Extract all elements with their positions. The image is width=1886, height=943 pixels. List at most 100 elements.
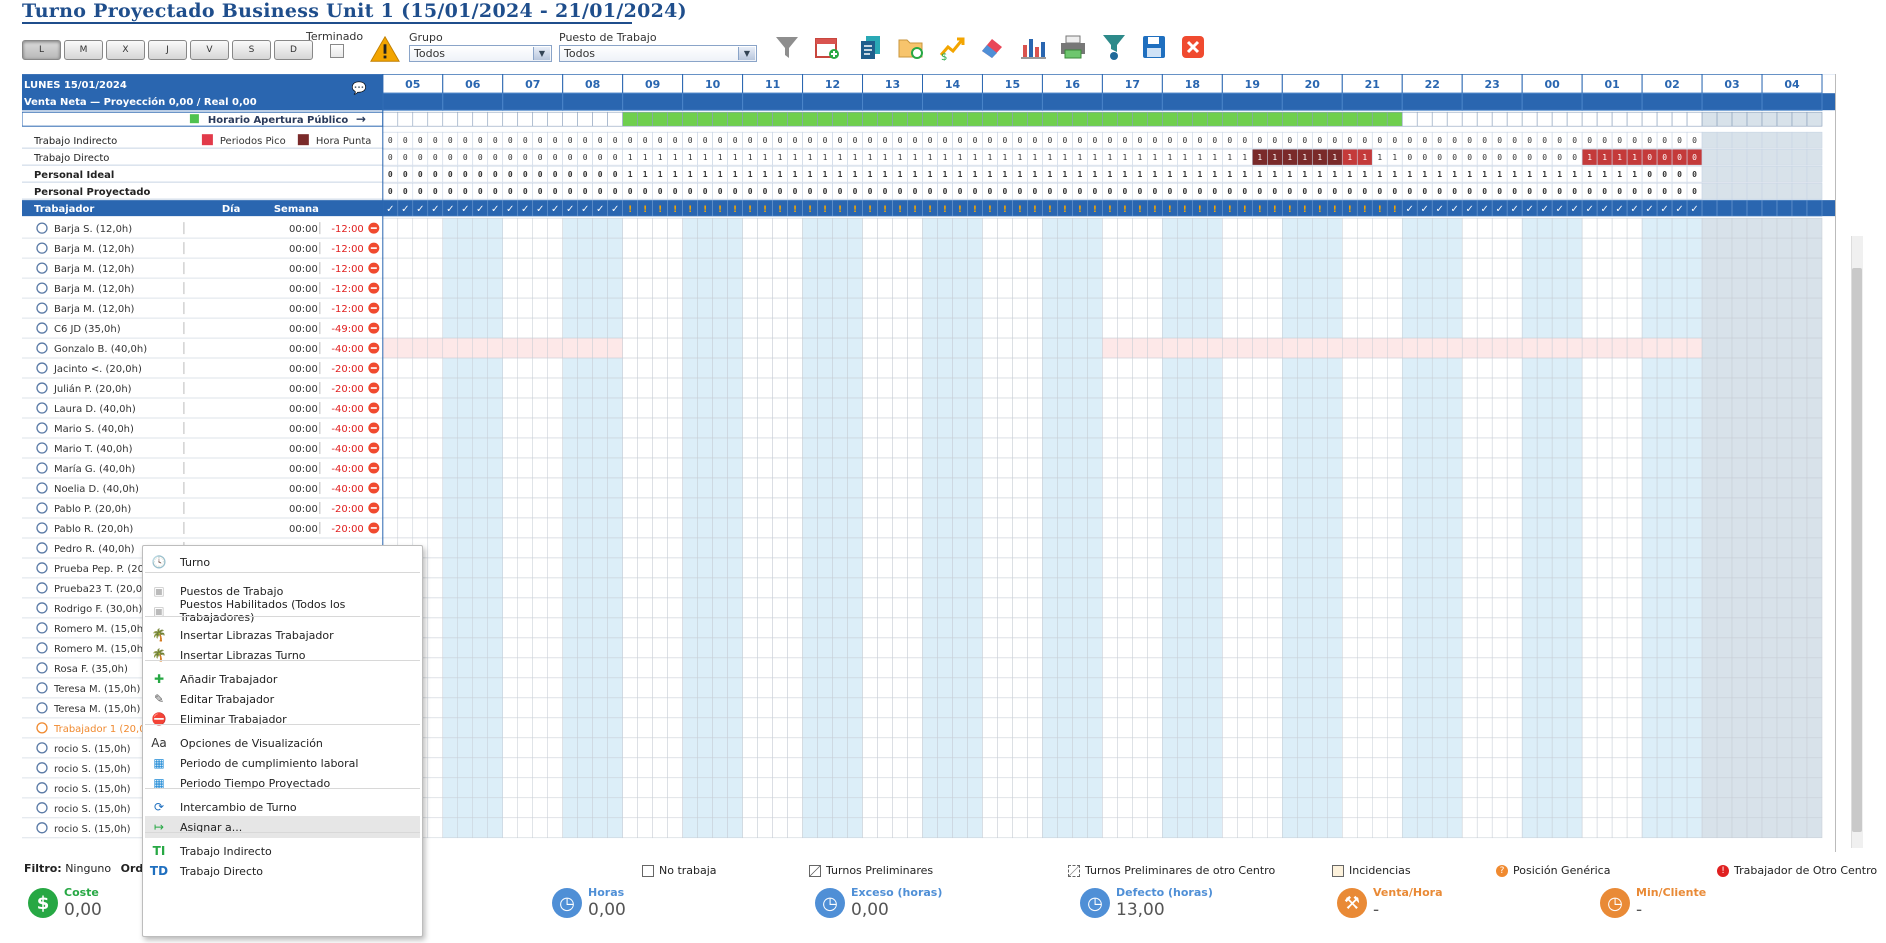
shift-cell[interactable] [1611, 397, 1628, 419]
shift-cell[interactable] [907, 597, 923, 619]
shift-cell[interactable] [772, 517, 788, 539]
shift-cell[interactable] [1566, 337, 1583, 359]
shift-cell[interactable] [847, 817, 863, 839]
shift-cell[interactable] [1401, 217, 1418, 239]
shift-cell[interactable] [1207, 217, 1223, 239]
shift-cell[interactable] [787, 557, 803, 579]
shift-cell[interactable] [1701, 217, 1718, 239]
shift-cell[interactable] [1401, 357, 1418, 379]
shift-cell[interactable] [1072, 537, 1088, 559]
shift-cell[interactable] [1806, 417, 1823, 439]
shift-cell[interactable] [1222, 517, 1238, 539]
shift-cell[interactable] [1177, 517, 1193, 539]
shift-cell[interactable] [877, 677, 893, 699]
shift-cell[interactable] [847, 457, 863, 479]
shift-cell[interactable] [907, 577, 923, 599]
shift-cell[interactable] [442, 777, 459, 799]
shift-cell[interactable] [1297, 537, 1313, 559]
shift-cell[interactable] [1536, 717, 1553, 739]
shift-cell[interactable] [1656, 397, 1673, 419]
shift-cell[interactable] [1222, 657, 1238, 679]
shift-cell[interactable] [472, 577, 488, 599]
shift-cell[interactable] [742, 737, 758, 759]
shift-cell[interactable] [1372, 437, 1388, 459]
shift-cell[interactable] [1626, 497, 1643, 519]
shift-cell[interactable] [1671, 497, 1688, 519]
shift-cell[interactable] [1147, 297, 1163, 319]
shift-cell[interactable] [1222, 597, 1238, 619]
shift-cell[interactable] [637, 417, 653, 439]
shift-cell[interactable] [1446, 637, 1463, 659]
shift-cell[interactable] [952, 697, 968, 719]
shift-cell[interactable] [532, 597, 548, 619]
shift-cell[interactable] [982, 657, 998, 679]
shift-cell[interactable] [532, 217, 548, 239]
shift-cell[interactable] [952, 497, 968, 519]
shift-cell[interactable] [892, 737, 908, 759]
shift-cell[interactable] [1611, 377, 1628, 399]
shift-cell[interactable] [1162, 417, 1178, 439]
shift-cell[interactable] [1027, 517, 1043, 539]
shift-cell[interactable] [892, 797, 908, 819]
shift-cell[interactable] [487, 397, 503, 419]
shift-cell[interactable] [1057, 297, 1073, 319]
shift-cell[interactable] [907, 377, 923, 399]
shift-cell[interactable] [1596, 537, 1613, 559]
shift-cell[interactable] [847, 337, 863, 359]
shift-cell[interactable] [1252, 697, 1268, 719]
shift-cell[interactable] [847, 397, 863, 419]
shift-cell[interactable] [1776, 717, 1793, 739]
shift-cell[interactable] [1506, 777, 1523, 799]
shift-cell[interactable] [1641, 257, 1658, 279]
shift-cell[interactable] [1207, 257, 1223, 279]
shift-cell[interactable] [1117, 217, 1133, 239]
shift-cell[interactable] [1252, 397, 1268, 419]
shift-cell[interactable] [1566, 497, 1583, 519]
shift-cell[interactable] [457, 477, 474, 499]
shift-cell[interactable] [1297, 377, 1313, 399]
shift-cell[interactable] [517, 797, 533, 819]
shift-cell[interactable] [1042, 737, 1058, 759]
day-button-j[interactable]: J [148, 40, 187, 60]
shift-cell[interactable] [982, 397, 998, 419]
day-button-l[interactable]: L [22, 40, 61, 60]
shift-cell[interactable] [742, 617, 758, 639]
shift-cell[interactable] [877, 797, 893, 819]
shift-cell[interactable] [817, 657, 833, 679]
shift-cell[interactable] [1596, 217, 1613, 239]
shift-cell[interactable] [832, 217, 848, 239]
shift-cell[interactable] [1431, 657, 1448, 679]
shift-cell[interactable] [967, 637, 983, 659]
shift-cell[interactable] [1207, 577, 1223, 599]
shift-cell[interactable] [1641, 637, 1658, 659]
shift-cell[interactable] [1536, 797, 1553, 819]
shift-cell[interactable] [427, 657, 444, 679]
shift-cell[interactable] [1132, 277, 1148, 299]
shift-cell[interactable] [547, 717, 563, 739]
shift-cell[interactable] [1357, 637, 1373, 659]
shift-cell[interactable] [1087, 497, 1103, 519]
shift-cell[interactable] [1431, 397, 1448, 419]
shift-cell[interactable] [787, 637, 803, 659]
shift-cell[interactable] [1042, 357, 1058, 379]
shift-cell[interactable] [1027, 357, 1043, 379]
shift-cell[interactable] [1327, 277, 1343, 299]
shift-cell[interactable] [442, 717, 459, 739]
shift-cell[interactable] [637, 637, 653, 659]
shift-cell[interactable] [1147, 317, 1163, 339]
shift-cell[interactable] [847, 217, 863, 239]
shift-cell[interactable] [592, 737, 608, 759]
shift-cell[interactable] [832, 537, 848, 559]
shift-cell[interactable] [547, 417, 563, 439]
shift-cell[interactable] [1746, 517, 1763, 539]
shift-cell[interactable] [1626, 417, 1643, 439]
shift-cell[interactable] [937, 257, 953, 279]
shift-cell[interactable] [1147, 417, 1163, 439]
shift-cell[interactable] [532, 277, 548, 299]
funnel-gear-icon[interactable] [1098, 32, 1130, 62]
shift-cell[interactable] [457, 337, 474, 359]
shift-cell[interactable] [1222, 817, 1238, 839]
shift-cell[interactable] [712, 497, 728, 519]
shift-cell[interactable] [772, 797, 788, 819]
shift-cell[interactable] [862, 357, 878, 379]
